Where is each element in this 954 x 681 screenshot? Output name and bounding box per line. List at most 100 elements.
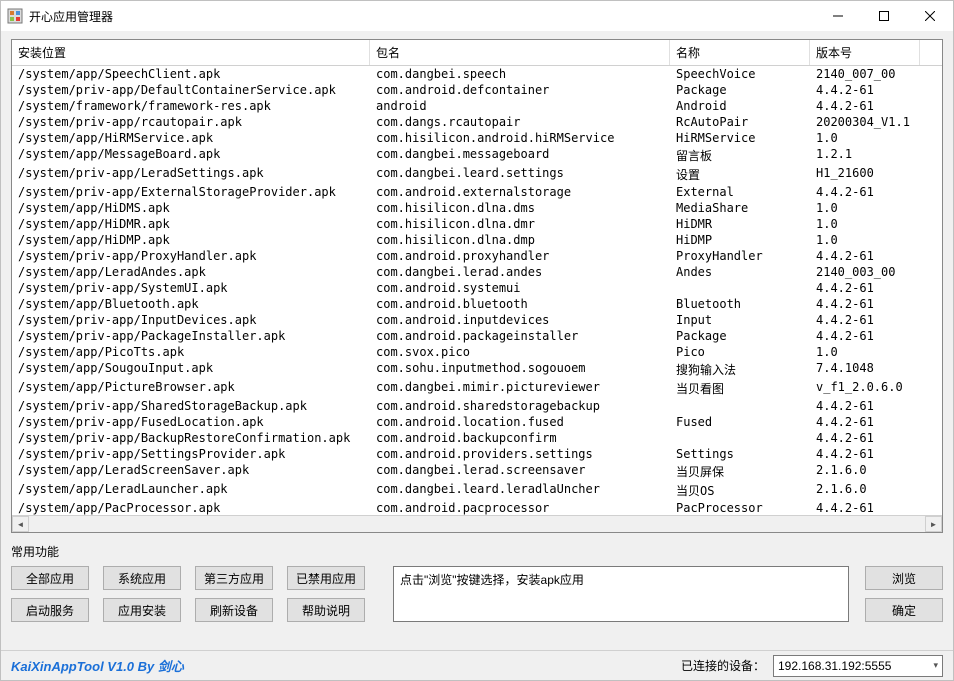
browse-button[interactable]: 浏览 — [865, 566, 943, 590]
table-cell: 当贝屏保 — [670, 462, 810, 481]
table-cell: 1.0 — [810, 130, 920, 146]
table-cell: 4.4.2-61 — [810, 280, 920, 296]
table-cell: 2140_007_00 — [810, 66, 920, 82]
table-row[interactable]: /system/app/HiRMService.apkcom.hisilicon… — [12, 130, 942, 146]
table-cell: /system/app/HiDMS.apk — [12, 200, 370, 216]
help-button[interactable]: 帮助说明 — [287, 598, 365, 622]
table-cell: Settings — [670, 446, 810, 462]
table-body[interactable]: /system/app/SpeechClient.apk com.dangbei.… — [12, 66, 942, 515]
device-combo[interactable]: 192.168.31.192:5555 ▾ — [773, 655, 943, 677]
scroll-left-icon[interactable]: ◄ — [12, 516, 29, 532]
table-cell: v_f1_2.0.6.0 — [810, 379, 920, 398]
third-party-button[interactable]: 第三方应用 — [195, 566, 273, 590]
table-row[interactable]: /system/framework/framework-res.apkandro… — [12, 98, 942, 114]
maximize-button[interactable] — [861, 1, 907, 31]
table-cell: Fused — [670, 414, 810, 430]
table-cell: Android — [670, 98, 810, 114]
table-row[interactable]: /system/app/PacProcessor.apkcom.android.… — [12, 500, 942, 515]
table-cell: /system/priv-app/SystemUI.apk — [12, 280, 370, 296]
system-apps-button[interactable]: 系统应用 — [103, 566, 181, 590]
table-cell: 4.4.2-61 — [810, 248, 920, 264]
col-name[interactable]: 名称 — [670, 40, 810, 65]
table-cell: com.dangbei.leard.leradlaUncher — [370, 481, 670, 500]
close-button[interactable] — [907, 1, 953, 31]
table-row[interactable]: /system/app/PicoTts.apkcom.svox.picoPico… — [12, 344, 942, 360]
table-cell: com.sohu.inputmethod.sogouoem — [370, 360, 670, 379]
table-row[interactable]: /system/app/LeradLauncher.apkcom.dangbei… — [12, 481, 942, 500]
device-combo-value: 192.168.31.192:5555 — [778, 659, 891, 673]
table-row[interactable]: /system/priv-app/FusedLocation.apkcom.an… — [12, 414, 942, 430]
table-cell — [670, 398, 810, 414]
table-cell: External — [670, 184, 810, 200]
table-row[interactable]: /system/priv-app/LeradSettings.apkcom.da… — [12, 165, 942, 184]
table-row[interactable]: /system/priv-app/InputDevices.apkcom.and… — [12, 312, 942, 328]
start-service-button[interactable]: 启动服务 — [11, 598, 89, 622]
toolbar: 全部应用 系统应用 第三方应用 已禁用应用 启动服务 应用安装 刷新设备 帮助说… — [11, 566, 943, 622]
table-row[interactable]: /system/priv-app/SettingsProvider.apkcom… — [12, 446, 942, 462]
table-row[interactable]: /system/priv-app/ProxyHandler.apkcom.and… — [12, 248, 942, 264]
table-cell: /system/app/HiRMService.apk — [12, 130, 370, 146]
table-cell: /system/app/LeradAndes.apk — [12, 264, 370, 280]
minimize-button[interactable] — [815, 1, 861, 31]
table-cell: PacProcessor — [670, 500, 810, 515]
table-cell: 当贝OS — [670, 481, 810, 500]
table-cell: com.android.systemui — [370, 280, 670, 296]
table-cell: com.dangbei.mimir.pictureviewer — [370, 379, 670, 398]
table-row[interactable]: /system/priv-app/rcautopair.apkcom.dangs… — [12, 114, 942, 130]
refresh-device-button[interactable]: 刷新设备 — [195, 598, 273, 622]
table-cell: com.android.backupconfirm — [370, 430, 670, 446]
table-cell: /system/app/PicoTts.apk — [12, 344, 370, 360]
horizontal-scrollbar[interactable]: ◄ ► — [12, 515, 942, 532]
col-package[interactable]: 包名 — [370, 40, 670, 65]
all-apps-button[interactable]: 全部应用 — [11, 566, 89, 590]
table-cell — [670, 430, 810, 446]
apk-path-input[interactable] — [393, 566, 849, 622]
table-cell: HiRMService — [670, 130, 810, 146]
table-row[interactable]: /system/priv-app/SharedStorageBackup.apk… — [12, 398, 942, 414]
table-cell: 4.4.2-61 — [810, 312, 920, 328]
install-app-button[interactable]: 应用安装 — [103, 598, 181, 622]
table-cell: com.android.defcontainer — [370, 82, 670, 98]
table-row[interactable]: /system/priv-app/BackupRestoreConfirmati… — [12, 430, 942, 446]
table-cell: 4.4.2-61 — [810, 500, 920, 515]
col-install-path[interactable]: 安装位置 — [12, 40, 370, 65]
table-row[interactable]: /system/priv-app/DefaultContainerService… — [12, 82, 942, 98]
table-row[interactable]: /system/app/Bluetooth.apkcom.android.blu… — [12, 296, 942, 312]
table-row[interactable]: /system/app/PictureBrowser.apkcom.dangbe… — [12, 379, 942, 398]
table-cell: 1.0 — [810, 232, 920, 248]
table-header: 安装位置 包名 名称 版本号 — [12, 40, 942, 66]
table-row[interactable]: /system/app/HiDMP.apkcom.hisilicon.dlna.… — [12, 232, 942, 248]
table-cell: com.hisilicon.dlna.dmr — [370, 216, 670, 232]
table-cell: /system/app/HiDMP.apk — [12, 232, 370, 248]
table-cell: 4.4.2-61 — [810, 446, 920, 462]
table-cell: MediaShare — [670, 200, 810, 216]
table-cell: Pico — [670, 344, 810, 360]
table-cell — [670, 280, 810, 296]
table-cell: Package — [670, 82, 810, 98]
table-row[interactable]: /system/app/LeradScreenSaver.apkcom.dang… — [12, 462, 942, 481]
table-row[interactable]: /system/priv-app/PackageInstaller.apkcom… — [12, 328, 942, 344]
table-row[interactable]: /system/app/HiDMS.apkcom.hisilicon.dlna.… — [12, 200, 942, 216]
table-row[interactable]: /system/priv-app/ExternalStorageProvider… — [12, 184, 942, 200]
table-cell: /system/app/SougouInput.apk — [12, 360, 370, 379]
confirm-button[interactable]: 确定 — [865, 598, 943, 622]
table-row[interactable]: /system/app/SougouInput.apkcom.sohu.inpu… — [12, 360, 942, 379]
table-cell: 2.1.6.0 — [810, 481, 920, 500]
table-row[interactable]: /system/priv-app/SystemUI.apkcom.android… — [12, 280, 942, 296]
disabled-apps-button[interactable]: 已禁用应用 — [287, 566, 365, 590]
table-cell: 4.4.2-61 — [810, 296, 920, 312]
table-row[interactable]: /system/app/MessageBoard.apkcom.dangbei.… — [12, 146, 942, 165]
titlebar: 开心应用管理器 — [1, 1, 953, 31]
table-cell: 4.4.2-61 — [810, 98, 920, 114]
table-cell: /system/priv-app/InputDevices.apk — [12, 312, 370, 328]
app-icon — [7, 8, 23, 24]
table-row[interactable]: /system/app/LeradAndes.apkcom.dangbei.le… — [12, 264, 942, 280]
app-table: 安装位置 包名 名称 版本号 /system/app/SpeechClient.… — [11, 39, 943, 533]
scroll-right-icon[interactable]: ► — [925, 516, 942, 532]
col-version[interactable]: 版本号 — [810, 40, 920, 65]
table-row[interactable]: /system/app/HiDMR.apkcom.hisilicon.dlna.… — [12, 216, 942, 232]
table-cell: 当贝看图 — [670, 379, 810, 398]
table-cell: /system/app/SpeechClient.apk — [12, 66, 370, 82]
table-row[interactable]: /system/app/SpeechClient.apkcom.dangbei.… — [12, 66, 942, 82]
table-cell: /system/app/HiDMR.apk — [12, 216, 370, 232]
